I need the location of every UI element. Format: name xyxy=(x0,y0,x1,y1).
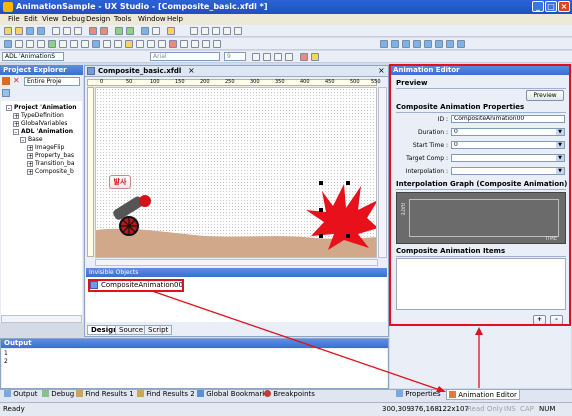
status-readonly: Read Only xyxy=(467,405,503,413)
arrow-line xyxy=(151,290,441,391)
annotation-arrows xyxy=(151,290,483,392)
status-num: NUM xyxy=(539,405,556,413)
status-ins: INS xyxy=(504,405,516,413)
status-coords: 300,309 xyxy=(382,405,411,413)
status-size: 122x107 xyxy=(438,405,469,413)
status-coords-2: 376,168 xyxy=(410,405,439,413)
status-cap: CAP xyxy=(520,405,534,413)
arrow-head xyxy=(475,327,483,335)
arrow-head xyxy=(436,386,446,392)
status-text: Ready xyxy=(3,405,25,413)
